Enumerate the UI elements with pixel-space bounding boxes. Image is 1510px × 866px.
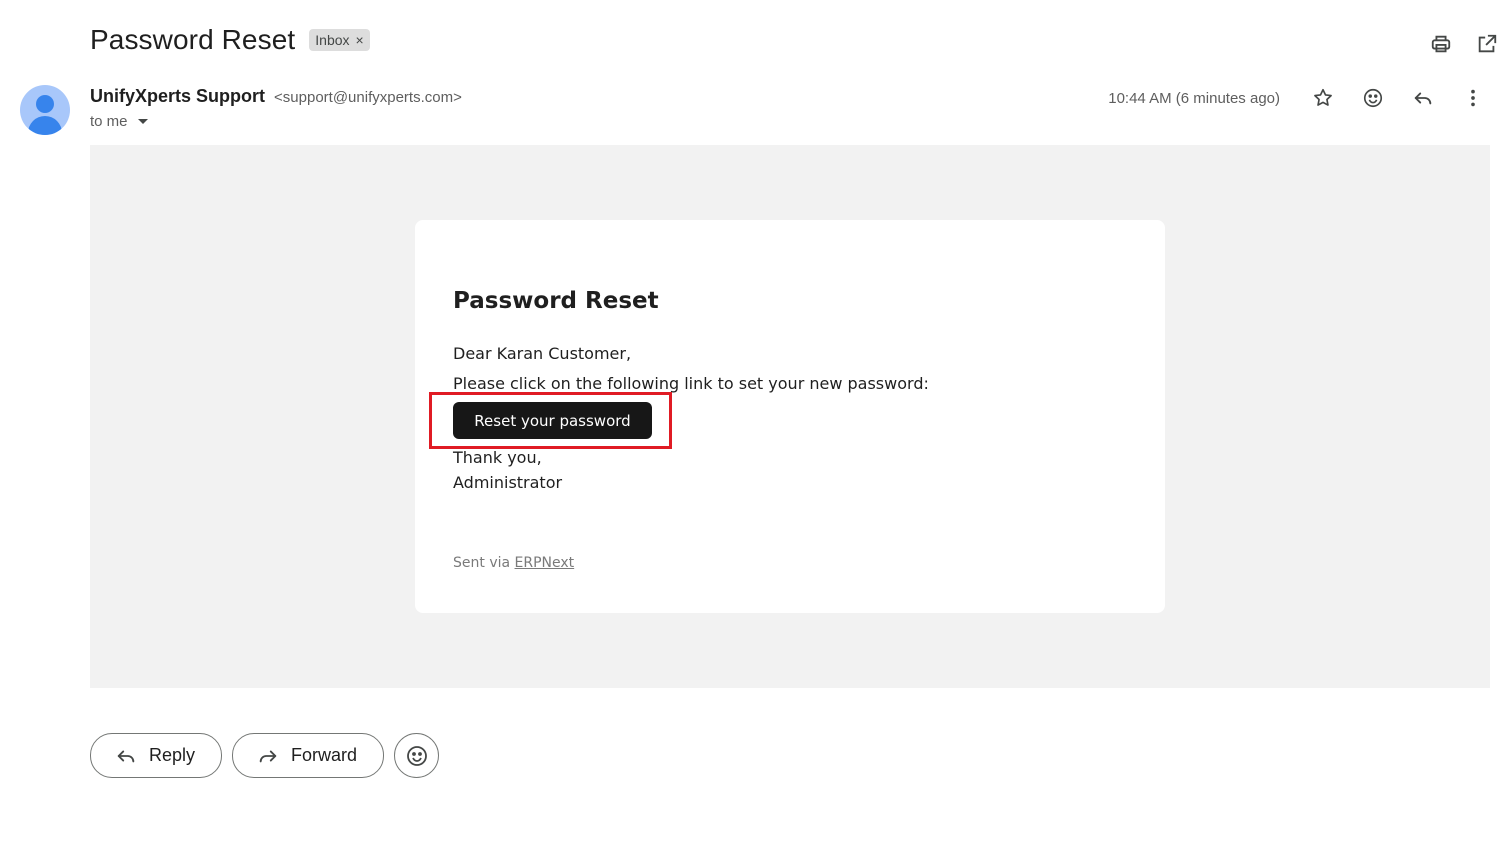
reply-label: Reply — [149, 745, 196, 765]
recipient-details-toggle[interactable]: to me — [90, 113, 148, 130]
sent-via-footer: Sent via ERPNext — [453, 555, 574, 571]
sent-via-prefix: Sent via — [453, 555, 515, 571]
subject-row: Password Reset Inbox × — [90, 24, 370, 56]
email-body-title: Password Reset — [453, 288, 659, 314]
open-in-new-window-button[interactable] — [1464, 30, 1510, 58]
email-view: Password Reset Inbox × UnifyXperts Suppo… — [0, 0, 1510, 866]
forward-icon — [259, 750, 277, 762]
sender-avatar[interactable] — [20, 85, 70, 135]
signoff-text: Administrator — [453, 473, 563, 492]
emoji-reaction-button[interactable] — [394, 733, 440, 778]
inbox-label-chip[interactable]: Inbox × — [309, 29, 370, 51]
email-body-frame: Password Reset Dear Karan Customer, Plea… — [90, 145, 1490, 688]
label-chip-text: Inbox — [315, 32, 350, 48]
recipient-text: to me — [90, 113, 128, 130]
email-card: Password Reset Dear Karan Customer, Plea… — [415, 220, 1165, 613]
emoji-react-icon — [406, 745, 427, 766]
top-actions — [1418, 30, 1510, 58]
chevron-down-icon — [137, 119, 148, 124]
email-subject: Password Reset — [90, 24, 296, 55]
add-reaction-button[interactable] — [1348, 84, 1398, 112]
star-button[interactable] — [1298, 84, 1348, 112]
reply-button[interactable] — [1398, 84, 1448, 112]
reply-icon — [117, 750, 135, 762]
timestamp: 10:44 AM (6 minutes ago) — [1108, 89, 1280, 107]
forward-pill-button[interactable]: Forward — [232, 733, 385, 778]
sender-name[interactable]: UnifyXperts Support — [90, 86, 265, 106]
remove-label-icon[interactable]: × — [356, 32, 364, 48]
star-icon — [1314, 88, 1332, 106]
reset-password-button[interactable]: Reset your password — [453, 402, 652, 439]
reply-pill-button[interactable]: Reply — [90, 733, 223, 778]
reply-icon — [1414, 92, 1432, 105]
more-options-button[interactable] — [1448, 84, 1498, 112]
avatar-body — [28, 116, 62, 135]
sender-email: <support@unifyxperts.com> — [274, 89, 462, 106]
avatar-head — [36, 95, 54, 113]
thanks-text: Thank you, — [453, 448, 542, 467]
emoji-react-icon — [1363, 88, 1383, 108]
bottom-actions: Reply Forward — [90, 733, 440, 778]
instruction-text: Please click on the following link to se… — [453, 374, 929, 393]
message-meta: 10:44 AM (6 minutes ago) — [1108, 84, 1498, 112]
print-icon — [1431, 35, 1451, 53]
sender-line: UnifyXperts Support <support@unifyxperts… — [90, 86, 462, 107]
print-button[interactable] — [1418, 30, 1464, 58]
greeting-text: Dear Karan Customer, — [453, 344, 632, 363]
forward-label: Forward — [291, 745, 358, 765]
erpnext-link[interactable]: ERPNext — [515, 555, 575, 571]
open-in-new-window-icon — [1478, 34, 1497, 53]
more-vert-icon — [1471, 89, 1475, 107]
